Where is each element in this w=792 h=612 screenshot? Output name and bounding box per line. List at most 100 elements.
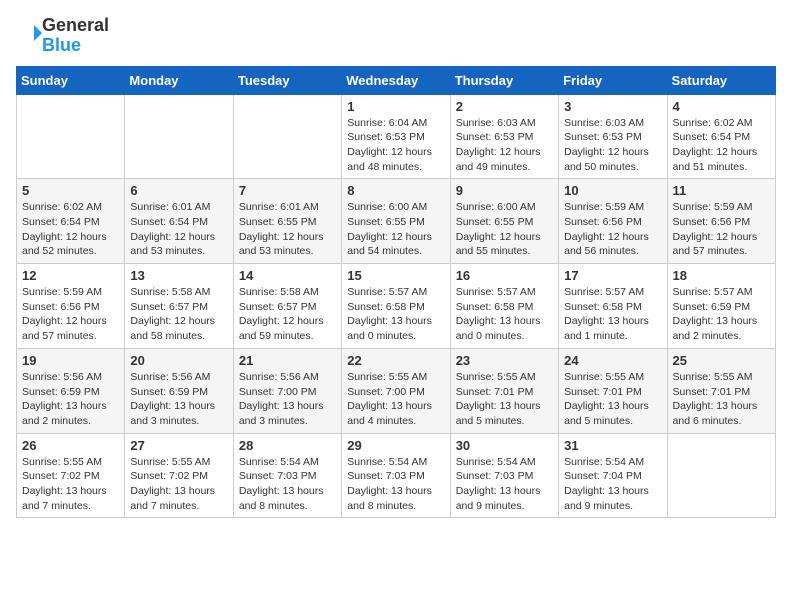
logo-icon [18, 21, 42, 45]
calendar-cell: 20 Sunrise: 5:56 AM Sunset: 6:59 PM Dayli… [125, 348, 233, 433]
calendar-cell: 13 Sunrise: 5:58 AM Sunset: 6:57 PM Dayli… [125, 264, 233, 349]
day-number: 20 [130, 353, 227, 368]
day-info: Sunrise: 5:54 AM Sunset: 7:04 PM Dayligh… [564, 455, 661, 514]
calendar-cell: 30 Sunrise: 5:54 AM Sunset: 7:03 PM Dayli… [450, 433, 558, 518]
day-info: Sunrise: 6:01 AM Sunset: 6:55 PM Dayligh… [239, 200, 336, 259]
column-header-sunday: Sunday [17, 66, 125, 94]
calendar-cell: 5 Sunrise: 6:02 AM Sunset: 6:54 PM Daylig… [17, 179, 125, 264]
column-header-wednesday: Wednesday [342, 66, 450, 94]
day-info: Sunrise: 6:04 AM Sunset: 6:53 PM Dayligh… [347, 116, 444, 175]
calendar-cell [125, 94, 233, 179]
day-info: Sunrise: 5:54 AM Sunset: 7:03 PM Dayligh… [239, 455, 336, 514]
calendar-cell: 16Sunrise: 5:57 AM Sunset: 6:58 PM Dayli… [450, 264, 558, 349]
day-number: 7 [239, 183, 336, 198]
calendar-cell: 21 Sunrise: 5:56 AM Sunset: 7:00 PM Dayli… [233, 348, 341, 433]
calendar-cell: 28 Sunrise: 5:54 AM Sunset: 7:03 PM Dayli… [233, 433, 341, 518]
day-number: 4 [673, 99, 770, 114]
day-info: Sunrise: 5:55 AM Sunset: 7:01 PM Dayligh… [456, 370, 553, 429]
page-header: GeneralBlue [16, 16, 776, 56]
calendar-week-row: 1 Sunrise: 6:04 AM Sunset: 6:53 PM Daylig… [17, 94, 776, 179]
day-number: 21 [239, 353, 336, 368]
day-info: Sunrise: 5:55 AM Sunset: 7:02 PM Dayligh… [22, 455, 119, 514]
day-info: Sunrise: 5:57 AM Sunset: 6:59 PM Dayligh… [673, 285, 770, 344]
day-info: Sunrise: 5:54 AM Sunset: 7:03 PM Dayligh… [347, 455, 444, 514]
calendar-week-row: 19Sunrise: 5:56 AM Sunset: 6:59 PM Dayli… [17, 348, 776, 433]
day-info: Sunrise: 6:00 AM Sunset: 6:55 PM Dayligh… [456, 200, 553, 259]
day-info: Sunrise: 6:03 AM Sunset: 6:53 PM Dayligh… [564, 116, 661, 175]
day-number: 27 [130, 438, 227, 453]
day-info: Sunrise: 5:55 AM Sunset: 7:01 PM Dayligh… [564, 370, 661, 429]
day-number: 24 [564, 353, 661, 368]
calendar-cell: 31 Sunrise: 5:54 AM Sunset: 7:04 PM Dayli… [559, 433, 667, 518]
day-number: 15 [347, 268, 444, 283]
calendar-cell: 26 Sunrise: 5:55 AM Sunset: 7:02 PM Dayli… [17, 433, 125, 518]
calendar-cell: 3 Sunrise: 6:03 AM Sunset: 6:53 PM Daylig… [559, 94, 667, 179]
day-info: Sunrise: 5:56 AM Sunset: 7:00 PM Dayligh… [239, 370, 336, 429]
day-number: 30 [456, 438, 553, 453]
calendar-body: 1 Sunrise: 6:04 AM Sunset: 6:53 PM Daylig… [17, 94, 776, 518]
day-number: 8 [347, 183, 444, 198]
day-number: 14 [239, 268, 336, 283]
day-info: Sunrise: 6:02 AM Sunset: 6:54 PM Dayligh… [673, 116, 770, 175]
day-info: Sunrise: 5:57 AM Sunset: 6:58 PM Dayligh… [347, 285, 444, 344]
calendar-cell: 1 Sunrise: 6:04 AM Sunset: 6:53 PM Daylig… [342, 94, 450, 179]
day-info: Sunrise: 5:56 AM Sunset: 6:59 PM Dayligh… [130, 370, 227, 429]
day-number: 10 [564, 183, 661, 198]
calendar-cell: 10Sunrise: 5:59 AM Sunset: 6:56 PM Dayli… [559, 179, 667, 264]
day-number: 22 [347, 353, 444, 368]
calendar-header-row: SundayMondayTuesdayWednesdayThursdayFrid… [17, 66, 776, 94]
calendar-cell [17, 94, 125, 179]
calendar-cell: 15 Sunrise: 5:57 AM Sunset: 6:58 PM Dayli… [342, 264, 450, 349]
day-number: 17 [564, 268, 661, 283]
calendar-cell: 4 Sunrise: 6:02 AM Sunset: 6:54 PM Daylig… [667, 94, 775, 179]
day-number: 25 [673, 353, 770, 368]
calendar-cell: 27Sunrise: 5:55 AM Sunset: 7:02 PM Dayli… [125, 433, 233, 518]
day-number: 9 [456, 183, 553, 198]
day-info: Sunrise: 6:00 AM Sunset: 6:55 PM Dayligh… [347, 200, 444, 259]
calendar-cell: 8 Sunrise: 6:00 AM Sunset: 6:55 PM Daylig… [342, 179, 450, 264]
day-number: 12 [22, 268, 119, 283]
column-header-thursday: Thursday [450, 66, 558, 94]
day-number: 18 [673, 268, 770, 283]
calendar-cell: 14 Sunrise: 5:58 AM Sunset: 6:57 PM Dayli… [233, 264, 341, 349]
day-number: 31 [564, 438, 661, 453]
calendar-cell [233, 94, 341, 179]
day-info: Sunrise: 6:03 AM Sunset: 6:53 PM Dayligh… [456, 116, 553, 175]
day-info: Sunrise: 5:57 AM Sunset: 6:58 PM Dayligh… [564, 285, 661, 344]
day-number: 23 [456, 353, 553, 368]
day-info: Sunrise: 5:58 AM Sunset: 6:57 PM Dayligh… [239, 285, 336, 344]
calendar-week-row: 12Sunrise: 5:59 AM Sunset: 6:56 PM Dayli… [17, 264, 776, 349]
column-header-tuesday: Tuesday [233, 66, 341, 94]
calendar-cell: 2 Sunrise: 6:03 AM Sunset: 6:53 PM Daylig… [450, 94, 558, 179]
day-number: 13 [130, 268, 227, 283]
calendar-cell: 24 Sunrise: 5:55 AM Sunset: 7:01 PM Dayli… [559, 348, 667, 433]
calendar-cell: 18 Sunrise: 5:57 AM Sunset: 6:59 PM Dayli… [667, 264, 775, 349]
day-number: 26 [22, 438, 119, 453]
day-number: 2 [456, 99, 553, 114]
logo-text: GeneralBlue [42, 16, 109, 56]
day-number: 5 [22, 183, 119, 198]
calendar-cell [667, 433, 775, 518]
day-info: Sunrise: 5:58 AM Sunset: 6:57 PM Dayligh… [130, 285, 227, 344]
calendar-table: SundayMondayTuesdayWednesdayThursdayFrid… [16, 66, 776, 519]
day-info: Sunrise: 6:01 AM Sunset: 6:54 PM Dayligh… [130, 200, 227, 259]
calendar-cell: 17 Sunrise: 5:57 AM Sunset: 6:58 PM Dayli… [559, 264, 667, 349]
calendar-week-row: 26 Sunrise: 5:55 AM Sunset: 7:02 PM Dayli… [17, 433, 776, 518]
calendar-cell: 12Sunrise: 5:59 AM Sunset: 6:56 PM Dayli… [17, 264, 125, 349]
column-header-friday: Friday [559, 66, 667, 94]
day-number: 3 [564, 99, 661, 114]
day-info: Sunrise: 6:02 AM Sunset: 6:54 PM Dayligh… [22, 200, 119, 259]
day-number: 6 [130, 183, 227, 198]
day-number: 11 [673, 183, 770, 198]
column-header-monday: Monday [125, 66, 233, 94]
day-number: 16 [456, 268, 553, 283]
calendar-cell: 7 Sunrise: 6:01 AM Sunset: 6:55 PM Daylig… [233, 179, 341, 264]
day-number: 1 [347, 99, 444, 114]
calendar-cell: 22Sunrise: 5:55 AM Sunset: 7:00 PM Dayli… [342, 348, 450, 433]
day-info: Sunrise: 5:55 AM Sunset: 7:01 PM Dayligh… [673, 370, 770, 429]
day-info: Sunrise: 5:54 AM Sunset: 7:03 PM Dayligh… [456, 455, 553, 514]
day-info: Sunrise: 5:56 AM Sunset: 6:59 PM Dayligh… [22, 370, 119, 429]
calendar-cell: 23 Sunrise: 5:55 AM Sunset: 7:01 PM Dayli… [450, 348, 558, 433]
calendar-cell: 29Sunrise: 5:54 AM Sunset: 7:03 PM Dayli… [342, 433, 450, 518]
day-number: 28 [239, 438, 336, 453]
